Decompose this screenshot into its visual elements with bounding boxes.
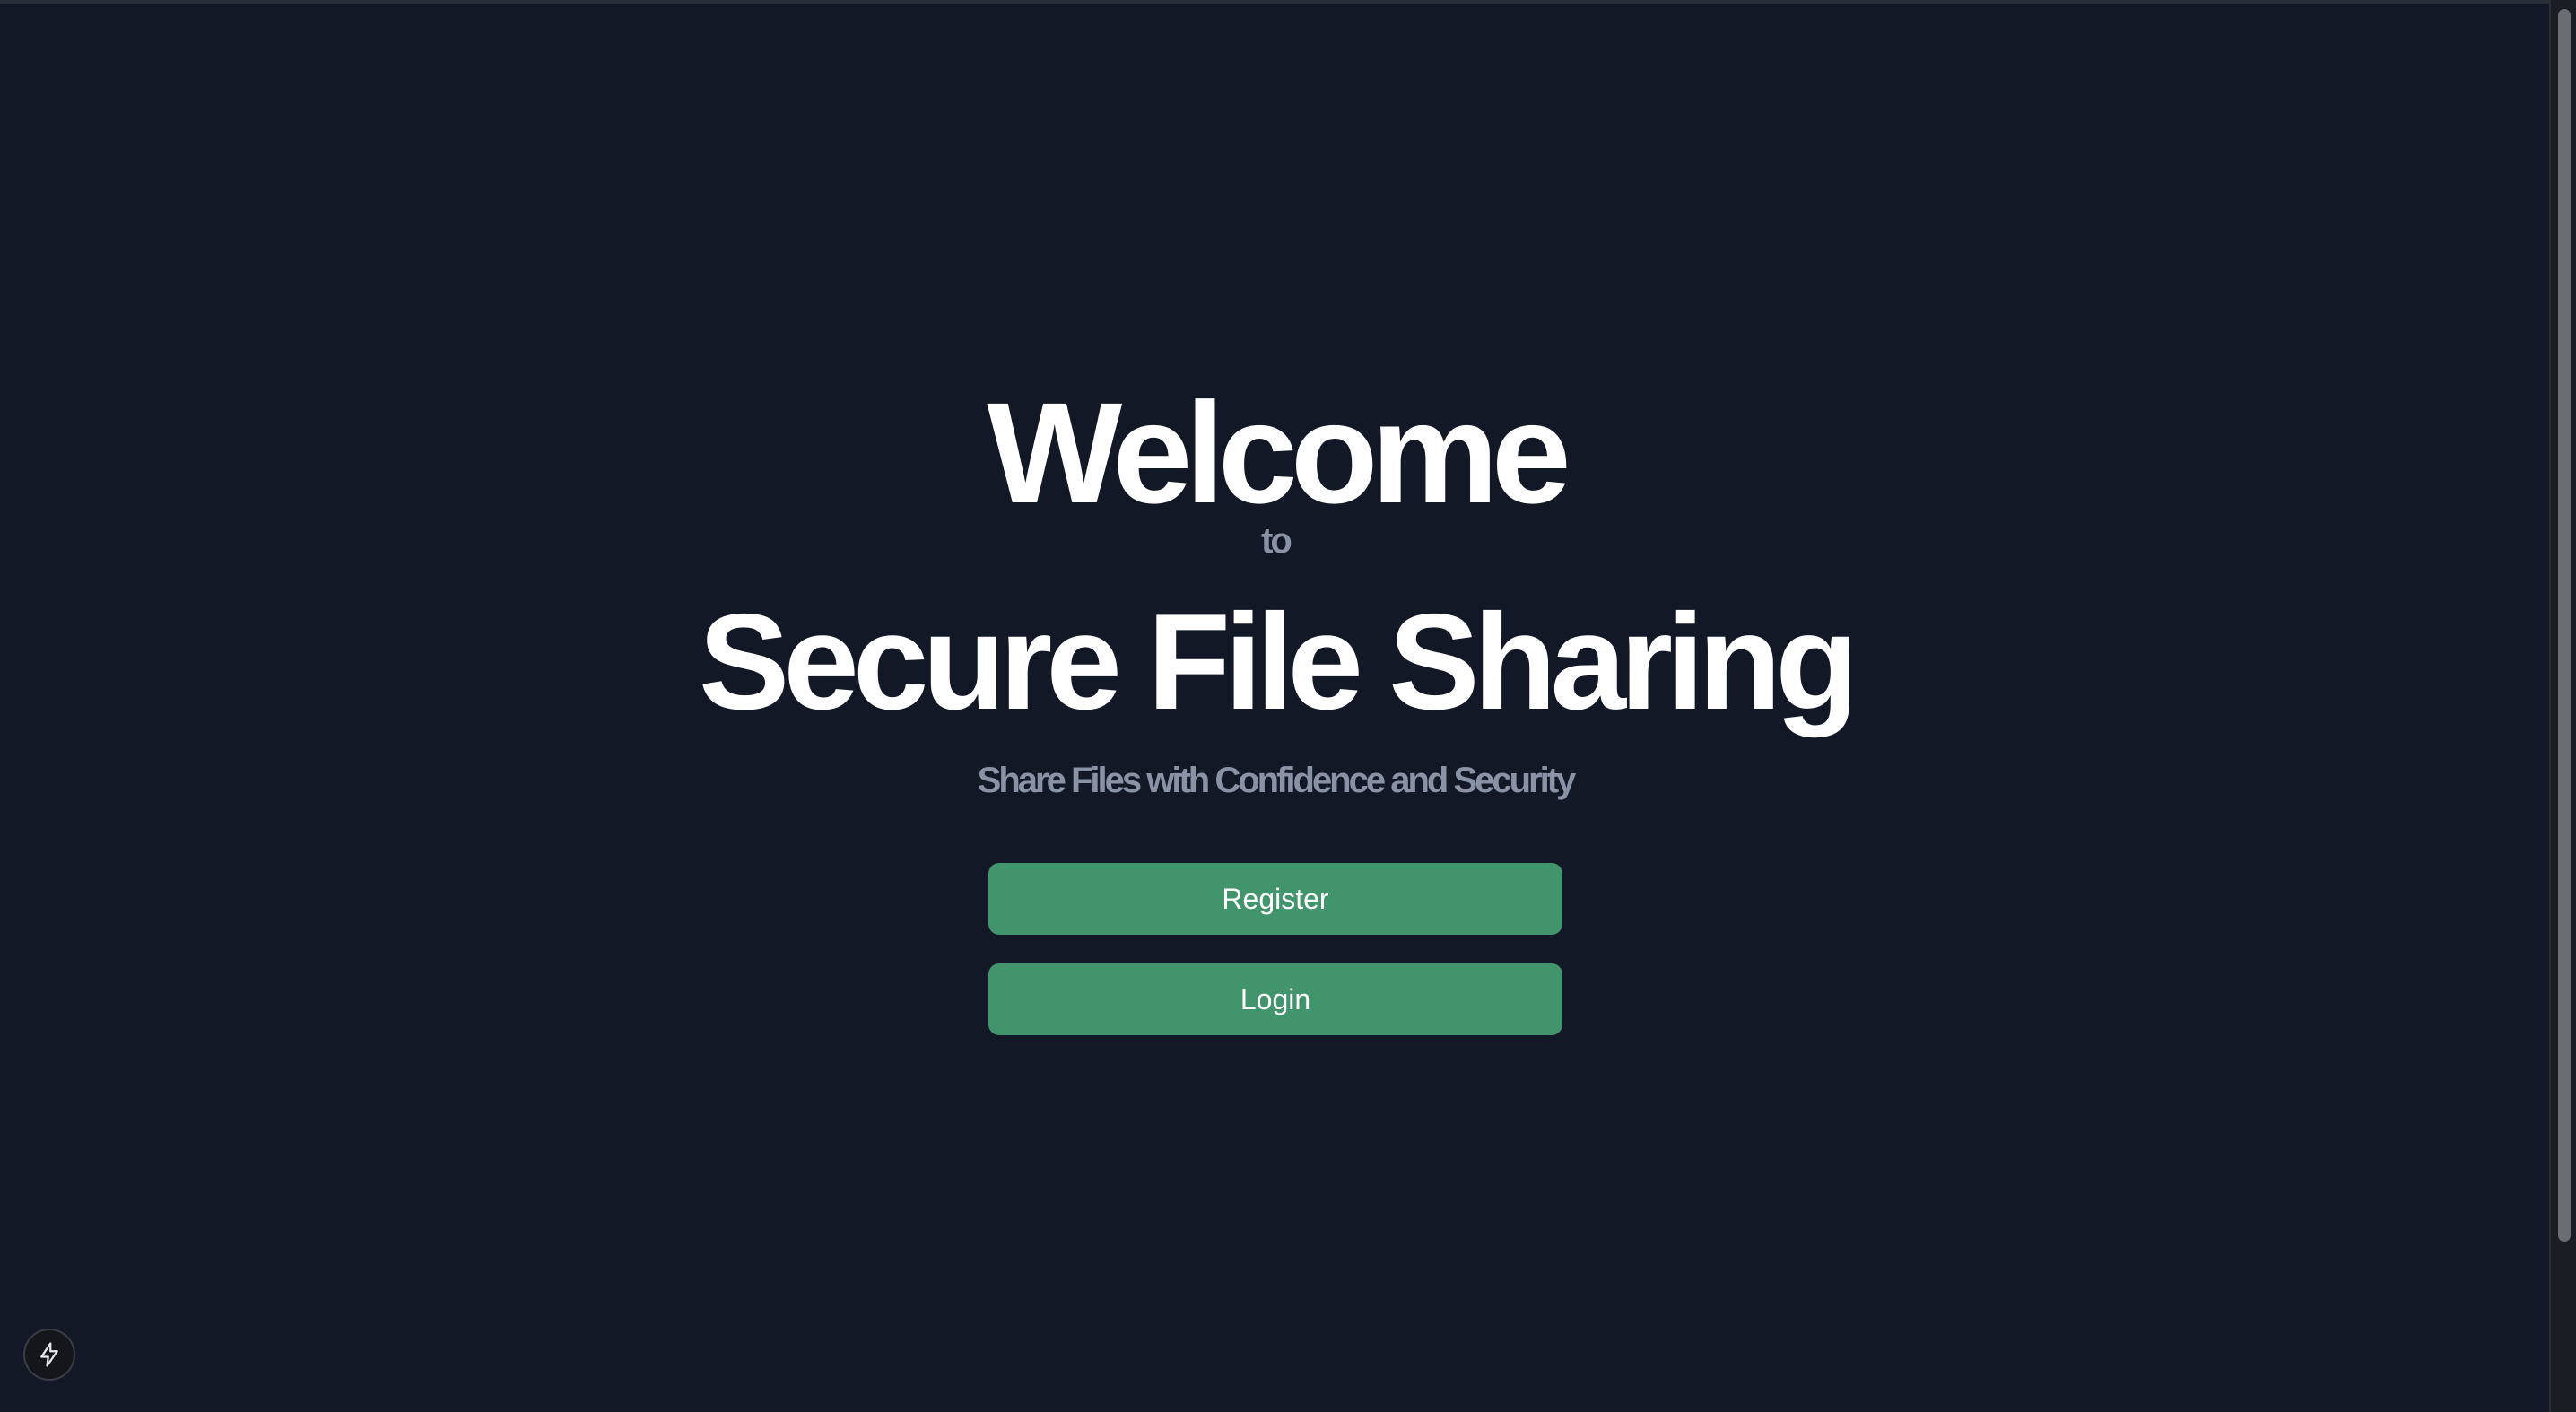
landing-page: Welcome to Secure File Sharing Share Fil…	[0, 0, 2576, 1412]
lightning-bolt-icon	[40, 1342, 58, 1367]
app-title: Secure File Sharing	[698, 586, 1858, 738]
dev-tools-badge[interactable]	[23, 1329, 75, 1381]
welcome-heading: Welcome	[987, 372, 1571, 533]
window-top-border	[0, 0, 2576, 4]
login-button[interactable]: Login	[988, 963, 1562, 1035]
register-button[interactable]: Register	[988, 863, 1562, 935]
hero-section: Welcome to Secure File Sharing Share Fil…	[0, 377, 2551, 1035]
vertical-scrollbar[interactable]	[2549, 0, 2576, 1412]
tagline: Share Files with Confidence and Security	[977, 761, 1577, 800]
scrollbar-thumb[interactable]	[2558, 9, 2571, 1242]
auth-buttons: Register Login	[988, 863, 1562, 1035]
to-connector-text: to	[1261, 521, 1292, 561]
